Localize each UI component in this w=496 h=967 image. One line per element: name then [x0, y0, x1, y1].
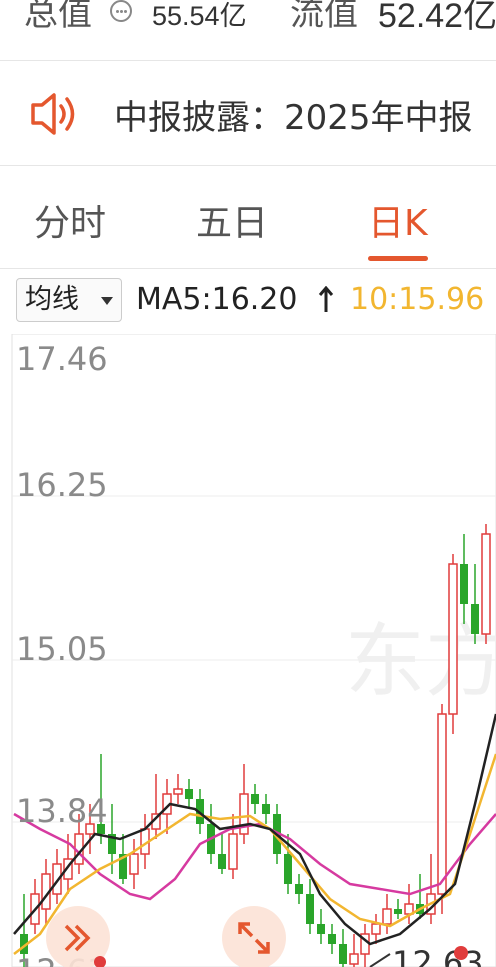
candle-body — [317, 924, 325, 934]
candle-body — [328, 934, 336, 944]
candle-body — [129, 853, 139, 875]
tab-five-day[interactable]: 五日 — [196, 194, 268, 246]
candle-body — [251, 794, 259, 804]
marker-dot — [454, 946, 468, 960]
candle-body — [471, 604, 479, 634]
arrow-up-icon — [318, 286, 334, 312]
low-price-label: 12.63 — [392, 944, 484, 967]
tab-intraday[interactable]: 分时 — [34, 194, 106, 246]
chart-tabs: 分时 五日 日K — [0, 168, 496, 268]
divider — [0, 268, 496, 269]
candle-body — [437, 713, 447, 895]
kline-chart[interactable]: 东方 17.46 16.25 15.05 13.84 12.63 12.63 — [0, 334, 496, 967]
market-cap-row: 总值 55.54亿 流值 52.42亿 — [0, 0, 496, 60]
notice-text: 中报披露：2025年中报 — [114, 98, 473, 138]
candle-body — [448, 563, 458, 715]
candle-body — [339, 944, 347, 964]
candle-body — [185, 789, 193, 799]
float-cap-label: 流值 — [290, 0, 358, 34]
moving-average-bar: 均线 MA5:16.20 10:15.96 — [0, 270, 496, 332]
candle-body — [460, 564, 468, 604]
candle-body — [306, 894, 314, 924]
total-cap-label: 总值 — [24, 0, 92, 34]
ma10-value: 10:15.96 — [350, 282, 485, 317]
info-icon[interactable] — [110, 0, 132, 22]
ma-selector-label: 均线 — [25, 284, 79, 315]
price-tick-label: 15.05 — [16, 630, 108, 668]
expand-arrows-icon — [238, 922, 270, 954]
speaker-icon — [31, 93, 75, 135]
candle-body — [295, 884, 303, 894]
price-tick-label: 17.46 — [16, 340, 108, 378]
candle-body — [382, 908, 392, 925]
ma5-value: MA5:16.20 — [136, 282, 298, 317]
candle-body — [481, 533, 491, 635]
price-tick-label: 13.84 — [16, 792, 108, 830]
candle-body — [349, 953, 359, 965]
fullscreen-button[interactable] — [222, 906, 286, 967]
divider — [0, 60, 496, 61]
total-cap-value: 55.54亿 — [152, 1, 247, 31]
candle-body — [284, 854, 292, 884]
kline-chart-svg: 东方 17.46 16.25 15.05 13.84 12.63 12.63 — [11, 334, 496, 967]
caret-down-icon — [101, 297, 113, 305]
float-cap-value: 52.42亿 — [378, 0, 496, 35]
candle-body — [394, 909, 402, 914]
divider — [0, 165, 496, 166]
ma-selector-dropdown[interactable]: 均线 — [16, 278, 122, 322]
candle-body — [173, 788, 183, 795]
marker-dot — [94, 956, 106, 967]
candle-body — [228, 833, 238, 870]
candle-body — [218, 854, 226, 869]
price-tick-label: 16.25 — [16, 466, 108, 504]
candle-body — [371, 923, 381, 935]
active-tab-indicator — [368, 256, 428, 261]
candle-body — [262, 804, 270, 814]
tab-daily-k[interactable]: 日K — [368, 194, 428, 246]
